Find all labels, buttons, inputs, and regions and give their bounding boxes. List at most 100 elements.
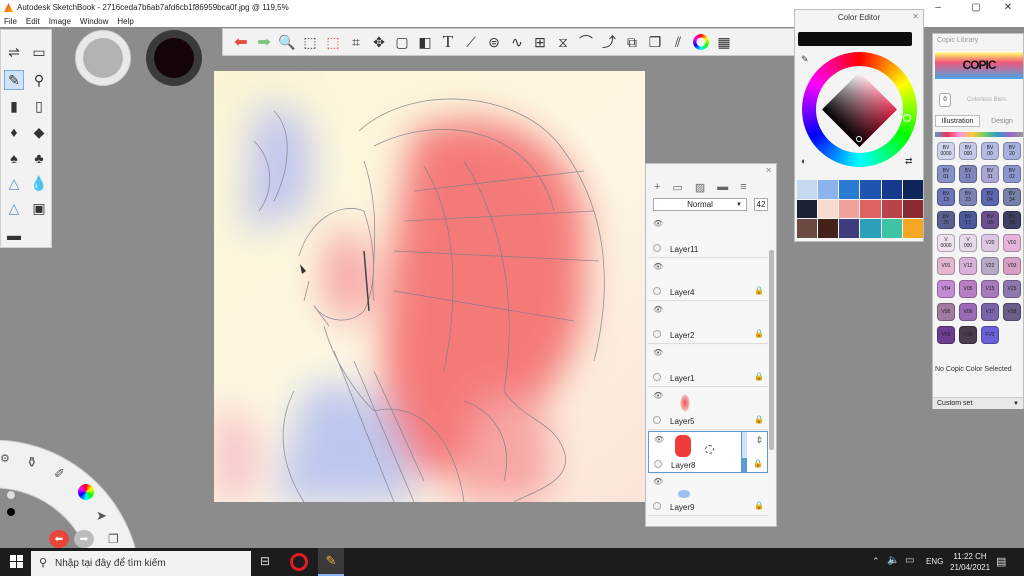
pointer-icon[interactable]: ➤ (96, 508, 107, 524)
lock-icon[interactable]: 🔒 (753, 459, 763, 468)
copic-chip[interactable]: V 0000 (937, 234, 955, 252)
ellipse-guide-icon[interactable]: ⊜ (484, 32, 504, 52)
copic-chip[interactable]: BV 02 (1003, 165, 1021, 183)
layer-icon[interactable]: ❐ (108, 532, 119, 546)
layer-row-layer9[interactable]: 👁 Layer9 🔒 (648, 474, 768, 516)
brush-tool-icon[interactable]: ⚱ (26, 454, 38, 471)
task-view-icon[interactable]: ⊟ (260, 554, 270, 568)
magic-wand-select-icon[interactable]: ⬚ (323, 32, 343, 52)
copic-chip[interactable]: V 000 (959, 234, 977, 252)
copic-chip[interactable]: BV 00 (981, 142, 999, 160)
copic-chip[interactable]: BV 0000 (937, 142, 955, 160)
menu-file[interactable]: File (4, 17, 17, 26)
color-swatch[interactable] (881, 199, 902, 219)
copic-chip[interactable]: BV 29 (1003, 211, 1021, 229)
blend-mode-select[interactable]: Normal ▼ (653, 198, 747, 211)
copic-chip[interactable]: BV 13 (937, 188, 955, 206)
eye-icon[interactable]: 👁 (653, 348, 663, 357)
secondary-color-swatch[interactable] (154, 38, 194, 78)
layer-visibility-dot[interactable] (653, 287, 661, 295)
transform-icon[interactable]: ✥ (369, 32, 389, 52)
copic-chip[interactable]: BV 11 (959, 165, 977, 183)
hue-handle[interactable] (903, 114, 911, 122)
predictive-stroke-icon[interactable]: ⤴ (599, 32, 619, 52)
merge-layer-icon[interactable]: ▬ (717, 181, 728, 193)
paint-brush-icon[interactable]: ♦ (4, 122, 24, 142)
close-icon[interactable]: ✕ (994, 0, 1022, 15)
layer-row-layer2[interactable]: 👁 Layer2 🔒 (648, 302, 768, 344)
color-swatch[interactable] (881, 180, 902, 199)
layers-scrollbar[interactable] (769, 250, 774, 450)
eyedropper-icon[interactable]: ✎ (801, 54, 809, 65)
color-swatch[interactable] (860, 219, 881, 238)
copic-chip[interactable]: V22 (981, 257, 999, 275)
copic-chip[interactable]: V25 (1003, 280, 1021, 298)
eye-icon[interactable]: 👁 (653, 477, 663, 486)
stroke-icon[interactable]: ⌒ (576, 32, 596, 52)
copic-chip[interactable]: BV 20 (1003, 142, 1021, 160)
opera-browser-icon[interactable] (290, 553, 308, 571)
color-swatch[interactable] (818, 199, 839, 219)
copic-chip[interactable]: BV 17 (959, 211, 977, 229)
color-swatch[interactable] (902, 199, 923, 219)
copic-chip[interactable]: V20 (981, 234, 999, 252)
triangle-tool-icon[interactable]: △ (4, 198, 24, 218)
marker-icon[interactable]: ▮ (4, 96, 24, 116)
calligraphy-icon[interactable]: ♣ (29, 148, 49, 168)
color-swatch[interactable] (797, 219, 818, 238)
taskbar-search-input[interactable]: ⚲ Nhập tại đây để tìm kiếm (31, 551, 251, 576)
copic-chip[interactable]: BV 000 (959, 142, 977, 160)
language-indicator[interactable]: ENG (926, 557, 943, 566)
image-import-icon[interactable]: ▨ (695, 181, 705, 194)
copic-chip[interactable]: BV 08 (981, 211, 999, 229)
layer-row-layer11[interactable]: 👁 Layer11 (648, 216, 768, 258)
color-swatch[interactable] (860, 199, 881, 219)
layer-visibility-dot[interactable] (654, 460, 662, 468)
color-swatch[interactable] (818, 219, 839, 238)
menu-image[interactable]: Image (49, 17, 71, 26)
copic-chip[interactable]: V05 (959, 280, 977, 298)
copic-chip[interactable]: BV 23 (959, 188, 977, 206)
copic-chip[interactable]: V91 (937, 257, 955, 275)
clock[interactable]: 11:22 CH 21/04/2021 (950, 551, 990, 573)
ruler-icon[interactable]: ⟋ (461, 32, 481, 52)
color-swatch[interactable] (860, 180, 881, 199)
zoom-icon[interactable]: 🔍 (277, 32, 297, 52)
select-icon[interactable]: ⬚ (300, 32, 320, 52)
lock-icon[interactable]: 🔒 (754, 329, 764, 338)
layer-editor-icon[interactable]: ❐ (645, 32, 665, 52)
copic-hue-strip[interactable] (935, 132, 1023, 137)
reorder-arrows-icon[interactable]: ⇕ (755, 435, 763, 446)
color-mode-icon[interactable]: ◐ (801, 156, 806, 166)
copic-chip[interactable]: BV 04 (981, 188, 999, 206)
copic-library-icon[interactable]: ▦ (714, 32, 734, 52)
copic-chip[interactable]: BV 31 (981, 165, 999, 183)
airbrush-icon[interactable]: ◆ (29, 122, 49, 142)
black-dot-icon[interactable] (7, 508, 15, 516)
redo-icon[interactable]: ➡ (254, 32, 274, 52)
eye-icon[interactable]: 👁 (653, 262, 663, 271)
color-swatch[interactable] (797, 199, 818, 219)
primary-color-swatch[interactable] (83, 38, 123, 78)
brush-palette-icon[interactable]: ▭ (29, 42, 49, 62)
pencil-icon[interactable]: ✎ (4, 70, 24, 90)
windows-start-icon[interactable] (10, 555, 23, 568)
lock-icon[interactable]: 🔒 (754, 501, 764, 510)
copic-chip[interactable]: V04 (937, 280, 955, 298)
undo-icon[interactable]: ⬅ (49, 530, 69, 548)
tab-illustration[interactable]: Illustration (935, 115, 980, 127)
color-swatch[interactable] (902, 219, 923, 238)
opacity-icon[interactable] (6, 490, 16, 500)
brush-library-icon[interactable]: ⫽ (668, 32, 688, 52)
smudge-tool-icon[interactable]: ✐ (54, 466, 65, 482)
layer-row-layer8[interactable]: 👁 Layer8 ⇕ 🔒 (648, 431, 768, 473)
brush-settings-icon[interactable]: ⇌ (4, 42, 24, 62)
color-swatch[interactable] (881, 219, 902, 238)
layer-row-layer5[interactable]: 👁 Layer5 🔒 (648, 388, 768, 430)
ballpoint-icon[interactable]: ⚲ (29, 70, 49, 90)
color-swatch[interactable] (839, 219, 860, 238)
folder-icon[interactable]: ▭ (672, 181, 682, 194)
menu-help[interactable]: Help (117, 17, 133, 26)
volume-icon[interactable]: 🔈 (887, 555, 899, 566)
text-icon[interactable]: T (438, 32, 458, 52)
